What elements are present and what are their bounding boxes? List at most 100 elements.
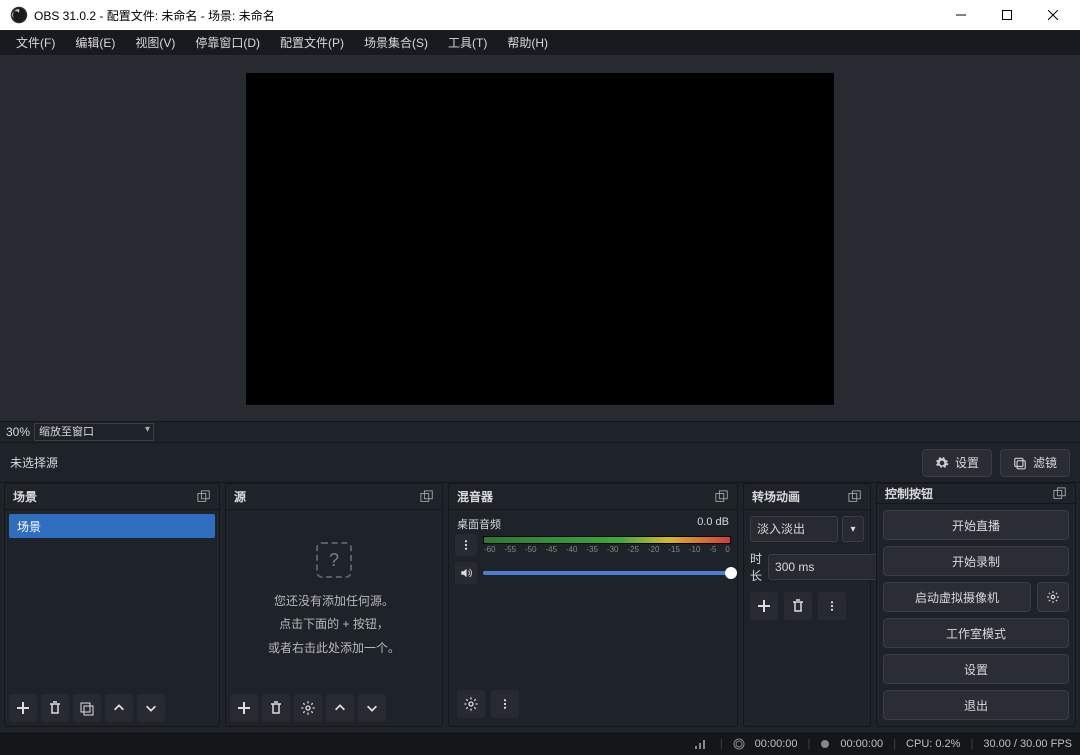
start-virtual-cam-button[interactable]: 启动虚拟摄像机 [883, 582, 1031, 612]
remove-transition-button[interactable] [784, 592, 812, 620]
trash-icon [47, 700, 63, 716]
live-time: 00:00:00 [755, 738, 798, 750]
start-recording-button[interactable]: 开始录制 [883, 546, 1069, 576]
scenes-title: 场景 [13, 488, 37, 505]
sources-dock: 源 ? 您还没有添加任何源。 点击下面的 + 按钮， 或者右击此处添加一个。 [225, 483, 443, 727]
duration-label: 时长 [750, 550, 762, 584]
source-down-button[interactable] [358, 694, 386, 722]
add-scene-button[interactable] [9, 694, 37, 722]
menu-dock[interactable]: 停靠窗口(D) [185, 31, 270, 54]
mixer-menu-button[interactable] [491, 690, 519, 718]
scene-filters-button[interactable] [73, 694, 101, 722]
menu-edit[interactable]: 编辑(E) [65, 31, 125, 54]
remove-scene-button[interactable] [41, 694, 69, 722]
window-title: OBS 31.0.2 - 配置文件: 未命名 - 场景: 未命名 [34, 7, 938, 24]
transitions-title: 转场动画 [752, 488, 800, 505]
transition-type-select[interactable]: 淡入淡出 [750, 516, 838, 542]
controls-title: 控制按钮 [885, 485, 933, 502]
scenes-dock: 场景 场景 [4, 483, 220, 727]
preview-canvas[interactable] [246, 73, 834, 405]
settings-button[interactable]: 设置 [883, 654, 1069, 684]
fps: 30.00 / 30.00 FPS [983, 738, 1072, 750]
popout-icon[interactable] [848, 490, 862, 504]
channel-name: 桌面音频 [457, 516, 501, 532]
mixer-title: 混音器 [457, 488, 493, 505]
gear-icon [935, 456, 949, 470]
start-streaming-button[interactable]: 开始直播 [883, 510, 1069, 540]
mixer-channel: 桌面音频 0.0 dB -60-55-50-45-40-35-30-25-20-… [453, 514, 733, 584]
vu-meter [483, 536, 731, 544]
channel-menu-button[interactable] [455, 534, 477, 556]
sources-empty-state[interactable]: ? 您还没有添加任何源。 点击下面的 + 按钮， 或者右击此处添加一个。 [230, 514, 438, 686]
menu-profile[interactable]: 配置文件(P) [270, 31, 354, 54]
scene-up-button[interactable] [105, 694, 133, 722]
transition-menu-button[interactable] [818, 592, 846, 620]
chevron-up-icon [112, 701, 126, 715]
menu-scene-collection[interactable]: 场景集合(S) [354, 31, 438, 54]
close-button[interactable] [1030, 0, 1076, 30]
filters-icon [1013, 456, 1027, 470]
exit-button[interactable]: 退出 [883, 690, 1069, 720]
menu-bar: 文件(F) 编辑(E) 视图(V) 停靠窗口(D) 配置文件(P) 场景集合(S… [0, 30, 1080, 56]
virtual-cam-settings-button[interactable] [1037, 582, 1069, 612]
dots-vertical-icon [499, 698, 511, 710]
scene-list[interactable]: 场景 [9, 514, 215, 686]
popout-icon[interactable] [715, 490, 729, 504]
scene-down-button[interactable] [137, 694, 165, 722]
docks-row: 场景 场景 源 ? 您还没有添加任何源。 点击下面的 + [0, 483, 1080, 731]
status-bar: | 00:00:00 | 00:00:00 | CPU: 0.2% | 30.0… [0, 731, 1080, 755]
menu-tools[interactable]: 工具(T) [438, 31, 497, 54]
remove-source-button[interactable] [262, 694, 290, 722]
no-source-label: 未选择源 [10, 454, 58, 471]
network-icon [694, 738, 710, 750]
source-up-button[interactable] [326, 694, 354, 722]
transitions-dock: 转场动画 淡入淡出 ▾ 时长 ▲ ▼ [743, 483, 871, 727]
zoom-mode-select[interactable]: 缩放至窗口 [34, 423, 154, 441]
sources-title: 源 [234, 488, 246, 505]
mixer-settings-button[interactable] [457, 690, 485, 718]
studio-mode-button[interactable]: 工作室模式 [883, 618, 1069, 648]
menu-file[interactable]: 文件(F) [6, 31, 65, 54]
gear-icon [300, 700, 316, 716]
scene-item[interactable]: 场景 [9, 514, 215, 538]
mute-button[interactable] [455, 562, 477, 584]
live-indicator-icon [733, 738, 745, 750]
volume-slider[interactable] [483, 571, 731, 575]
add-transition-button[interactable] [750, 592, 778, 620]
menu-view[interactable]: 视图(V) [125, 31, 185, 54]
source-toolbar: 未选择源 设置 滤镜 [0, 443, 1080, 483]
trash-icon [268, 700, 284, 716]
record-indicator-icon [820, 739, 830, 749]
cpu-usage: CPU: 0.2% [906, 738, 960, 750]
window-titlebar: OBS 31.0.2 - 配置文件: 未命名 - 场景: 未命名 [0, 0, 1080, 30]
minimize-button[interactable] [938, 0, 984, 30]
preview-area[interactable] [0, 56, 1080, 421]
source-properties-button[interactable]: 设置 [922, 449, 992, 477]
zoom-percent: 30% [6, 425, 30, 439]
popout-icon[interactable] [1053, 487, 1067, 501]
speaker-icon [459, 566, 473, 580]
gear-icon [1046, 590, 1060, 604]
chevron-down-icon [144, 701, 158, 715]
popout-icon[interactable] [197, 490, 211, 504]
gear-icon [463, 696, 479, 712]
menu-help[interactable]: 帮助(H) [497, 31, 558, 54]
zoom-bar: 30% 缩放至窗口 [0, 421, 1080, 443]
add-source-button[interactable] [230, 694, 258, 722]
vu-ticks: -60-55-50-45-40-35-30-25-20-15-10-50 [483, 545, 731, 554]
question-icon: ? [316, 542, 352, 578]
popout-icon[interactable] [420, 490, 434, 504]
maximize-button[interactable] [984, 0, 1030, 30]
source-settings-button[interactable] [294, 694, 322, 722]
mixer-dock: 混音器 桌面音频 0.0 dB -60-55-50-45-40-35-30-25… [448, 483, 738, 727]
trash-icon [790, 598, 806, 614]
filter-icon [79, 700, 95, 716]
dots-vertical-icon [460, 539, 472, 551]
dots-vertical-icon [826, 600, 838, 612]
record-time: 00:00:00 [840, 738, 883, 750]
channel-level: 0.0 dB [697, 516, 729, 532]
transition-dropdown-button[interactable]: ▾ [842, 516, 864, 542]
controls-dock: 控制按钮 开始直播 开始录制 启动虚拟摄像机 工作室模式 设置 退出 [876, 483, 1076, 727]
source-filters-button[interactable]: 滤镜 [1000, 449, 1070, 477]
obs-logo-icon [10, 6, 28, 24]
